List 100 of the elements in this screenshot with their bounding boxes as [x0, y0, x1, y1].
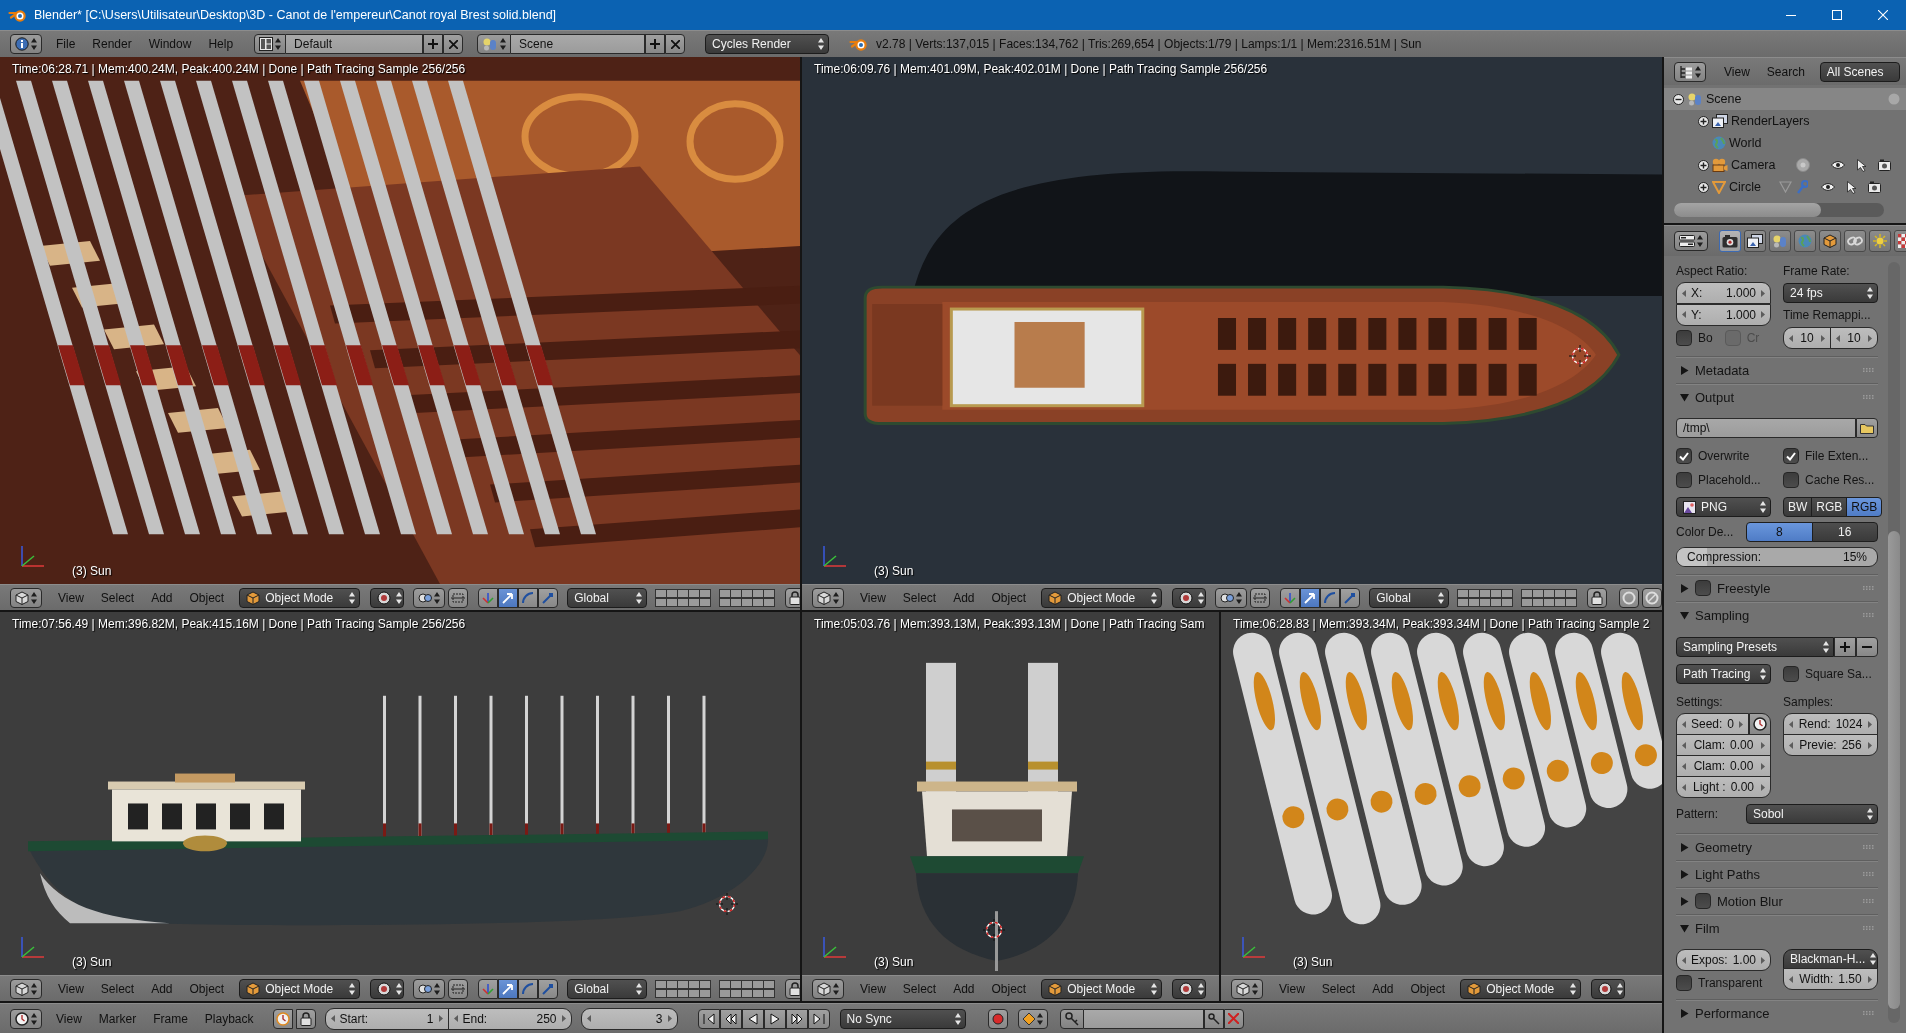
layer-grid-icon[interactable]	[655, 588, 712, 607]
checkbox[interactable]	[1676, 472, 1692, 488]
menu-item[interactable]: Select	[1314, 978, 1363, 999]
menu-item[interactable]: Object	[182, 978, 232, 999]
number-field[interactable]: Previe: 256	[1783, 734, 1878, 756]
checkbox[interactable]	[1676, 975, 1692, 991]
menu-item[interactable]: Object	[984, 978, 1034, 999]
color-depth-toggle[interactable]: 16	[1811, 522, 1878, 542]
menu-item[interactable]: Help	[201, 34, 241, 54]
panel-header[interactable]: Freestyle	[1676, 574, 1878, 601]
menu-item[interactable]: View	[1717, 61, 1757, 82]
add-button[interactable]	[645, 34, 666, 54]
eye-icon[interactable]	[1831, 161, 1846, 169]
editor-type-button[interactable]	[10, 978, 42, 999]
checkbox[interactable]	[1695, 893, 1711, 909]
preview-range-button[interactable]	[272, 1008, 293, 1029]
number-field[interactable]: Expos: 1.00	[1676, 949, 1771, 971]
playback-button[interactable]	[741, 1008, 764, 1029]
outliner-item[interactable]: Circle	[1664, 176, 1906, 198]
browse-button[interactable]	[1856, 418, 1878, 438]
editor-type-button[interactable]	[1674, 231, 1708, 251]
scrollbar-thumb-icon[interactable]	[1888, 93, 1900, 105]
scrollbar[interactable]	[1888, 262, 1900, 1023]
delete-button[interactable]	[443, 34, 464, 54]
scene-button[interactable]	[477, 34, 512, 54]
keyframe-type-dropdown[interactable]	[1017, 1008, 1048, 1029]
playback-button[interactable]	[697, 1008, 720, 1029]
checkbox[interactable]	[1783, 666, 1799, 682]
number-field[interactable]: Rend: 1024	[1783, 713, 1878, 735]
screen-layout-button[interactable]	[254, 34, 287, 54]
disc-icon[interactable]	[1795, 158, 1812, 172]
outliner-item[interactable]: Camera	[1664, 154, 1906, 176]
editor-type-button[interactable]	[812, 587, 844, 608]
orientation-dropdown[interactable]: Global	[567, 978, 648, 999]
cursor-arrow-icon[interactable]	[1856, 158, 1866, 172]
menu-item[interactable]: Render	[85, 34, 139, 54]
lock-button[interactable]	[295, 1008, 316, 1029]
manipulator-button[interactable]	[1300, 587, 1321, 608]
eye-icon[interactable]	[1821, 183, 1835, 191]
start-frame-field[interactable]: Start: 1	[324, 1007, 449, 1030]
editor-type-button[interactable]	[1231, 978, 1263, 999]
menu-item[interactable]: View	[853, 978, 893, 999]
editor-type-button[interactable]	[10, 1008, 42, 1029]
properties-tab[interactable]	[1769, 230, 1791, 252]
panel-header[interactable]: Output	[1676, 383, 1878, 410]
layer-grid-icon[interactable]	[655, 979, 712, 998]
animated-seed-button[interactable]	[1749, 713, 1771, 735]
playback-button[interactable]	[719, 1008, 742, 1029]
render-engine-dropdown[interactable]: Cycles Render	[705, 34, 830, 54]
end-frame-field[interactable]: End: 250	[447, 1007, 572, 1030]
outliner-item[interactable]: RenderLayers	[1664, 110, 1906, 132]
layer-grid-icon[interactable]	[719, 588, 776, 607]
shading-dropdown[interactable]	[370, 978, 405, 999]
number-field[interactable]: Clam: 0.00	[1676, 734, 1771, 756]
snap-toggle[interactable]	[448, 587, 469, 608]
properties-tab[interactable]	[1844, 230, 1866, 252]
color-mode-toggle[interactable]: BW	[1783, 497, 1813, 517]
color-mode-toggle[interactable]: RGB	[1846, 497, 1883, 517]
mode-dropdown[interactable]: Object Mode	[239, 978, 361, 999]
menu-item[interactable]: Search	[1759, 61, 1812, 82]
delete-keyframe-button[interactable]	[1223, 1008, 1244, 1029]
auto-keying-button[interactable]	[987, 1008, 1008, 1029]
number-field[interactable]: Clam: 0.00	[1676, 755, 1771, 777]
scrollbar[interactable]	[1674, 203, 1884, 217]
menu-item[interactable]: Select	[93, 978, 142, 999]
checkbox[interactable]	[1695, 580, 1711, 596]
output-path-field[interactable]: /tmp\	[1676, 418, 1856, 438]
editor-type-button[interactable]	[10, 587, 42, 608]
lock-button[interactable]	[1587, 587, 1608, 608]
menu-item[interactable]: View	[51, 978, 91, 999]
properties-tab[interactable]	[1719, 230, 1741, 252]
layer-grid-icon[interactable]	[1457, 588, 1514, 607]
menu-item[interactable]: Add	[946, 587, 982, 608]
snap-toggle[interactable]	[1250, 587, 1271, 608]
sync-dropdown[interactable]: No Sync	[839, 1008, 966, 1029]
menu-item[interactable]: Object	[984, 587, 1034, 608]
sampling-presets-dropdown[interactable]: Sampling Presets	[1676, 637, 1834, 657]
menu-item[interactable]: View	[49, 1008, 89, 1029]
render-preview-button[interactable]	[1619, 587, 1640, 608]
outliner-item[interactable]: World	[1664, 132, 1906, 154]
properties-tab[interactable]	[1744, 230, 1766, 252]
mode-dropdown[interactable]: Object Mode	[1041, 978, 1163, 999]
menu-item[interactable]: View	[51, 587, 91, 608]
delete-button[interactable]	[665, 34, 686, 54]
lock-button[interactable]	[785, 978, 800, 999]
panel-header[interactable]: Light Paths	[1676, 860, 1878, 887]
display-mode-dropdown[interactable]: All Scenes	[1819, 61, 1900, 82]
playback-button[interactable]	[785, 1008, 808, 1029]
manipulator-button[interactable]	[498, 978, 519, 999]
lock-button[interactable]	[785, 587, 800, 608]
shading-dropdown[interactable]	[370, 587, 405, 608]
number-field[interactable]: X: 1.000	[1676, 282, 1771, 304]
manipulator-toggle[interactable]	[478, 587, 499, 608]
pattern-dropdown[interactable]: Sobol	[1746, 804, 1878, 824]
menu-item[interactable]: Add	[144, 587, 180, 608]
menu-item[interactable]: Object	[182, 587, 232, 608]
color-mode-toggle[interactable]: RGB	[1811, 497, 1848, 517]
menu-item[interactable]: Window	[141, 34, 199, 54]
properties-tab[interactable]	[1869, 230, 1891, 252]
orientation-dropdown[interactable]: Global	[567, 587, 648, 608]
